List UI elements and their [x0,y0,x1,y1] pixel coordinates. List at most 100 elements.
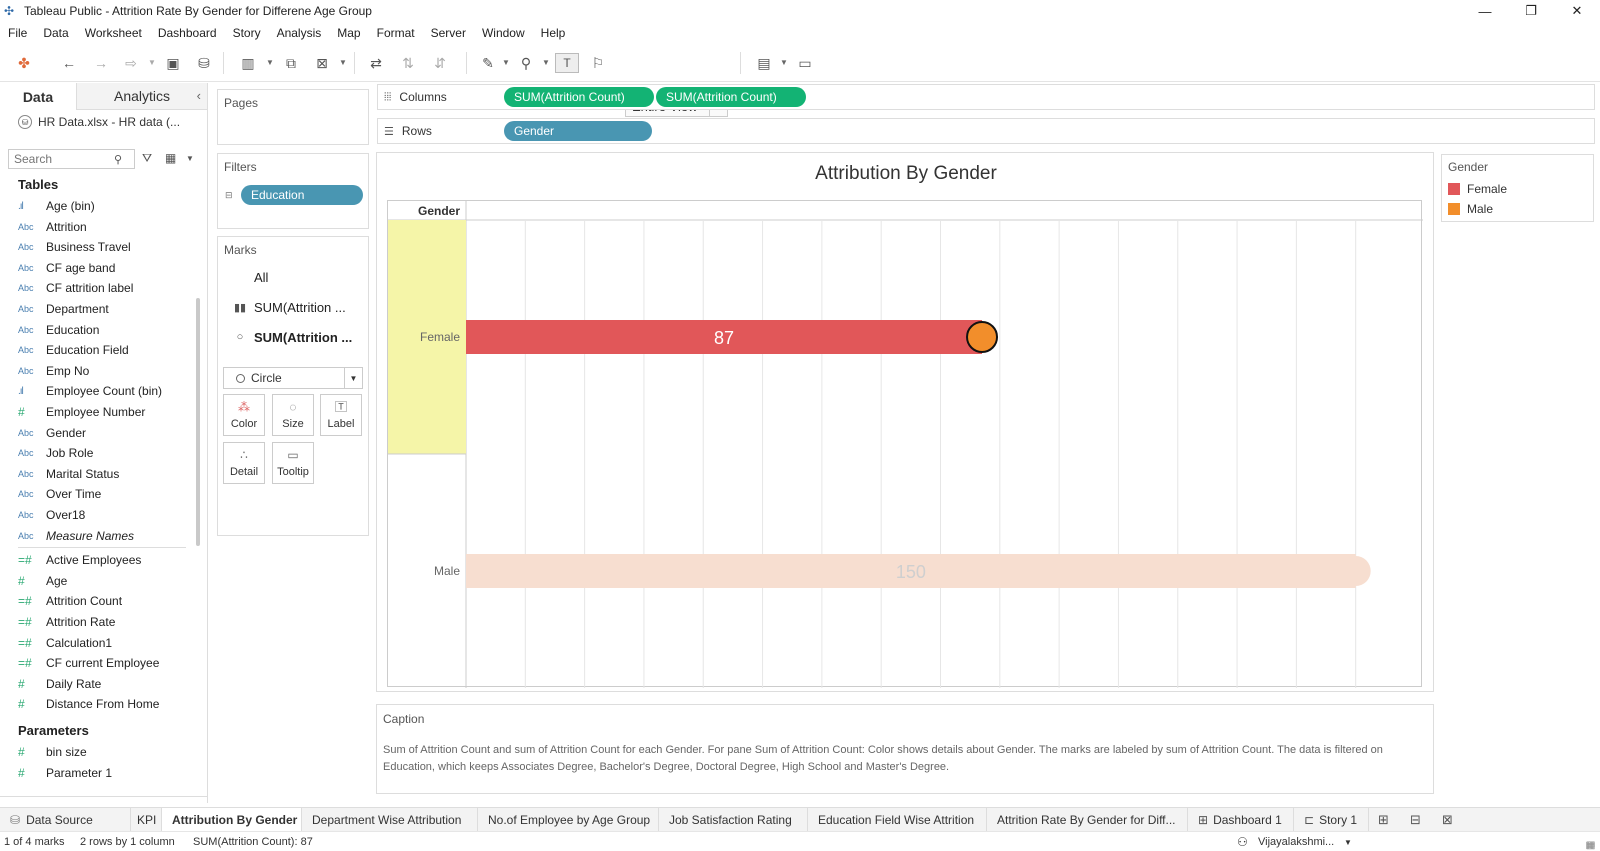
columns-shelf[interactable]: ⦙⦙⦙ Columns SUM(Attrition Count) SUM(Attr… [377,84,1595,110]
field-item[interactable]: Abc Attrition [18,217,198,237]
fix-axes-icon[interactable]: ⚐ [588,53,608,73]
new-worksheet-icon[interactable]: ▥ [238,53,258,73]
field-item[interactable]: # bin size [18,742,198,762]
menu-window[interactable]: Window [474,26,533,40]
label-button[interactable]: 🅃 Label [320,394,362,436]
legend-item-male[interactable]: Male [1448,200,1493,218]
sort-descending-icon[interactable]: ⇵ [430,53,450,73]
columns-pill-2[interactable]: SUM(Attrition Count) [656,87,806,107]
show-cards-caret-icon[interactable]: ▼ [780,58,788,67]
show-cards-icon[interactable]: ▤ [753,53,775,73]
tab-department-wise-attribution[interactable]: Department Wise Attribution [302,808,478,831]
field-item[interactable]: Abc Measure Names [18,526,198,546]
field-item[interactable]: Abc Education [18,320,198,340]
sort-ascending-icon[interactable]: ⇅ [398,53,418,73]
pane-menu-caret-icon[interactable]: ▼ [186,154,194,163]
field-item[interactable]: =# CF current Employee [18,653,198,673]
collapse-pane-icon[interactable]: ‹ [197,88,201,103]
undo-icon[interactable]: ← [59,53,79,73]
columns-pill-1[interactable]: SUM(Attrition Count) [504,87,654,107]
search-input[interactable] [9,152,114,166]
marks-layer-bar[interactable]: ▮▮ SUM(Attrition ... [226,293,364,321]
field-item[interactable]: # Daily Rate [18,674,198,694]
highlight-icon[interactable]: ✎ [478,53,498,73]
rows-pill-gender[interactable]: Gender [504,121,652,141]
replay-icon[interactable]: ⇨ [121,53,141,73]
menu-map[interactable]: Map [329,26,368,40]
minimize-button[interactable]: — [1462,0,1508,22]
view-data-icon[interactable]: ▦ [165,151,176,165]
new-story-tab-icon[interactable]: ⊠ [1442,812,1453,828]
detail-button[interactable]: ∴ Detail [223,442,265,484]
field-item[interactable]: Abc Business Travel [18,237,198,257]
row-label-male[interactable]: Male [434,564,460,578]
field-item[interactable]: # Parameter 1 [18,763,198,783]
group-members-icon[interactable]: ⚲ [516,53,536,73]
marks-layer-circle[interactable]: ○ SUM(Attrition ... [226,323,364,351]
size-button[interactable]: ◌ Size [272,394,314,436]
clear-sheet-caret-icon[interactable]: ▼ [339,58,347,67]
menu-analysis[interactable]: Analysis [269,26,330,40]
save-icon[interactable]: ▣ [163,53,183,73]
field-item[interactable]: Abc Over18 [18,505,198,525]
tab-data-source[interactable]: ⛁ Data Source [0,808,131,831]
field-item[interactable]: Abc Gender [18,423,198,443]
menu-file[interactable]: File [0,26,35,40]
tab-story-1[interactable]: ⊏ Story 1 [1294,808,1369,831]
field-item[interactable]: Abc CF age band [18,258,198,278]
tab-analytics[interactable]: Analytics [77,83,207,110]
presentation-mode-icon[interactable]: ▭ [795,53,815,73]
field-item[interactable]: =# Calculation1 [18,633,198,653]
mark-type-select[interactable]: Circle ▼ [223,367,363,389]
clear-sheet-icon[interactable]: ⊠ [312,53,332,73]
chart-svg[interactable]: Gender Female 87 Male 150 [388,201,1423,688]
tab-dashboard-1[interactable]: ⊞ Dashboard 1 [1188,808,1294,831]
field-item[interactable]: # Age [18,571,198,591]
field-item[interactable]: Abc CF attrition label [18,278,198,298]
field-item[interactable]: =# Attrition Count [18,591,198,611]
show-mark-labels-icon[interactable]: T [555,53,579,73]
menu-format[interactable]: Format [369,26,423,40]
tab-attribution-by-gender[interactable]: Attribution By Gender [162,808,302,831]
group-caret-icon[interactable]: ▼ [542,58,550,67]
menu-server[interactable]: Server [423,26,474,40]
search-icon[interactable]: ⚲ [114,153,122,166]
tab-employee-by-age-group[interactable]: No.of Employee by Age Group [478,808,659,831]
tooltip-button[interactable]: ▭ Tooltip [272,442,314,484]
legend-item-female[interactable]: Female [1448,180,1507,198]
marks-layer-all[interactable]: All [226,263,364,291]
menu-data[interactable]: Data [35,26,76,40]
field-item[interactable]: Abc Education Field [18,340,198,360]
filter-fields-icon[interactable]: ⛛ [142,151,152,166]
rows-shelf[interactable]: ☰ Rows Gender [377,118,1595,144]
circle-mark-male[interactable] [1340,556,1371,586]
datasource-item[interactable]: ⛁ HR Data.xlsx - HR data (... [18,115,180,129]
filmstrip-icon[interactable]: ▥ [1586,840,1595,851]
field-item[interactable]: =# Active Employees [18,550,198,570]
field-item[interactable]: Abc Marital Status [18,464,198,484]
tab-kpi[interactable]: KPI [131,808,162,831]
field-item[interactable]: Abc Department [18,299,198,319]
chevron-down-icon[interactable]: ▼ [1344,838,1352,847]
field-item[interactable]: .ıl Employee Count (bin) [18,381,198,401]
new-worksheet-tab-icon[interactable]: ⊞ [1378,812,1389,828]
menu-dashboard[interactable]: Dashboard [150,26,225,40]
replay-caret-icon[interactable]: ▼ [148,58,156,67]
tableau-home-icon[interactable]: ✤ [14,53,34,73]
circle-mark-female[interactable] [966,321,999,353]
gender-legend[interactable]: Gender Female Male [1441,154,1594,222]
restore-button[interactable]: ❐ [1508,0,1554,22]
filter-pill-education[interactable]: Education [241,185,363,205]
tab-attrition-rate-by-gender[interactable]: Attrition Rate By Gender for Diff... [987,808,1188,831]
field-item[interactable]: .ıl Age (bin) [18,196,198,216]
redo-icon[interactable]: → [91,53,111,73]
field-item[interactable]: Abc Over Time [18,484,198,504]
close-button[interactable]: ✕ [1554,0,1600,22]
highlight-caret-icon[interactable]: ▼ [502,58,510,67]
tab-job-satisfaction-rating[interactable]: Job Satisfaction Rating [659,808,808,831]
tab-data[interactable]: Data [0,83,77,110]
status-user[interactable]: Vijayalakshmi... [1258,836,1334,848]
row-label-female[interactable]: Female [420,330,460,344]
field-item[interactable]: =# Attrition Rate [18,612,198,632]
pages-card[interactable]: Pages [217,89,369,145]
